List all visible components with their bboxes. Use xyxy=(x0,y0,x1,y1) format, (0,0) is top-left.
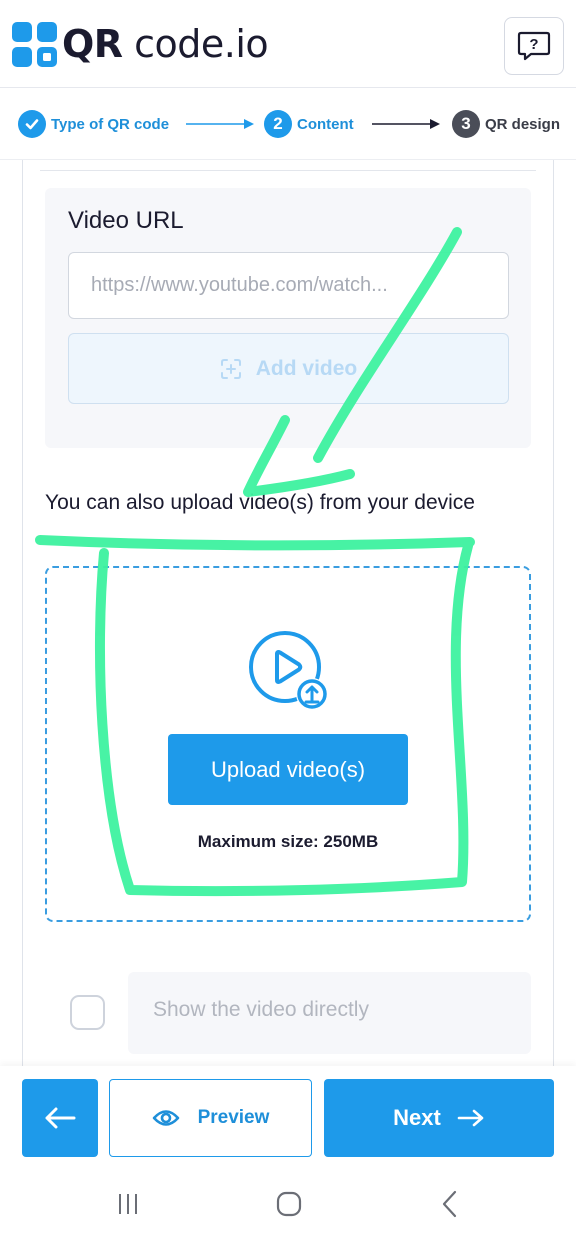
add-video-label: Add video xyxy=(255,356,358,380)
help-chat-icon: ? xyxy=(517,31,551,61)
max-size-text: Maximum size: 250MB xyxy=(197,832,379,851)
eye-icon xyxy=(152,1110,179,1126)
preview-button[interactable]: Preview xyxy=(109,1079,312,1157)
show-video-checkbox[interactable] xyxy=(70,995,105,1030)
step-2-number: 2 xyxy=(264,110,292,138)
preview-label: Preview xyxy=(197,1107,270,1128)
arrow-right-icon xyxy=(457,1109,484,1127)
qr-logo-icon xyxy=(12,22,57,67)
divider xyxy=(40,170,536,171)
step-1-check-icon[interactable] xyxy=(18,110,46,138)
video-url-title: Video URL xyxy=(68,207,184,234)
step-1-label[interactable]: Type of QR code xyxy=(51,116,169,134)
back-button[interactable] xyxy=(22,1079,98,1157)
back-nav-icon[interactable] xyxy=(440,1190,460,1218)
next-label: Next xyxy=(393,1105,441,1130)
add-video-button[interactable]: Add video xyxy=(68,333,509,404)
step-arrow-icon xyxy=(186,119,254,129)
app-header: QR code.io ? xyxy=(0,0,576,88)
svg-text:?: ? xyxy=(529,36,538,53)
step-arrow-icon xyxy=(372,119,440,129)
android-nav-bar xyxy=(0,1170,576,1241)
step-2-label: Content xyxy=(297,116,354,133)
upload-video-button[interactable]: Upload video(s) xyxy=(168,734,408,805)
show-video-label[interactable]: Show the video directly xyxy=(153,998,369,1022)
progress-steps: Type of QR code 2 Content 3 QR design xyxy=(0,88,576,160)
video-upload-icon xyxy=(249,631,328,710)
add-video-plus-icon xyxy=(220,358,241,379)
video-url-input[interactable] xyxy=(68,252,509,319)
help-button[interactable]: ? xyxy=(504,17,564,75)
arrow-left-icon xyxy=(45,1107,76,1129)
recent-apps-icon[interactable] xyxy=(116,1192,140,1216)
upload-hint-text: You can also upload video(s) from your d… xyxy=(45,491,475,514)
next-button[interactable]: Next xyxy=(324,1079,554,1157)
step-3-number: 3 xyxy=(452,110,480,138)
step-3-label: QR design xyxy=(485,116,561,133)
home-icon[interactable] xyxy=(276,1191,302,1217)
brand-name: QR code.io xyxy=(62,22,269,66)
